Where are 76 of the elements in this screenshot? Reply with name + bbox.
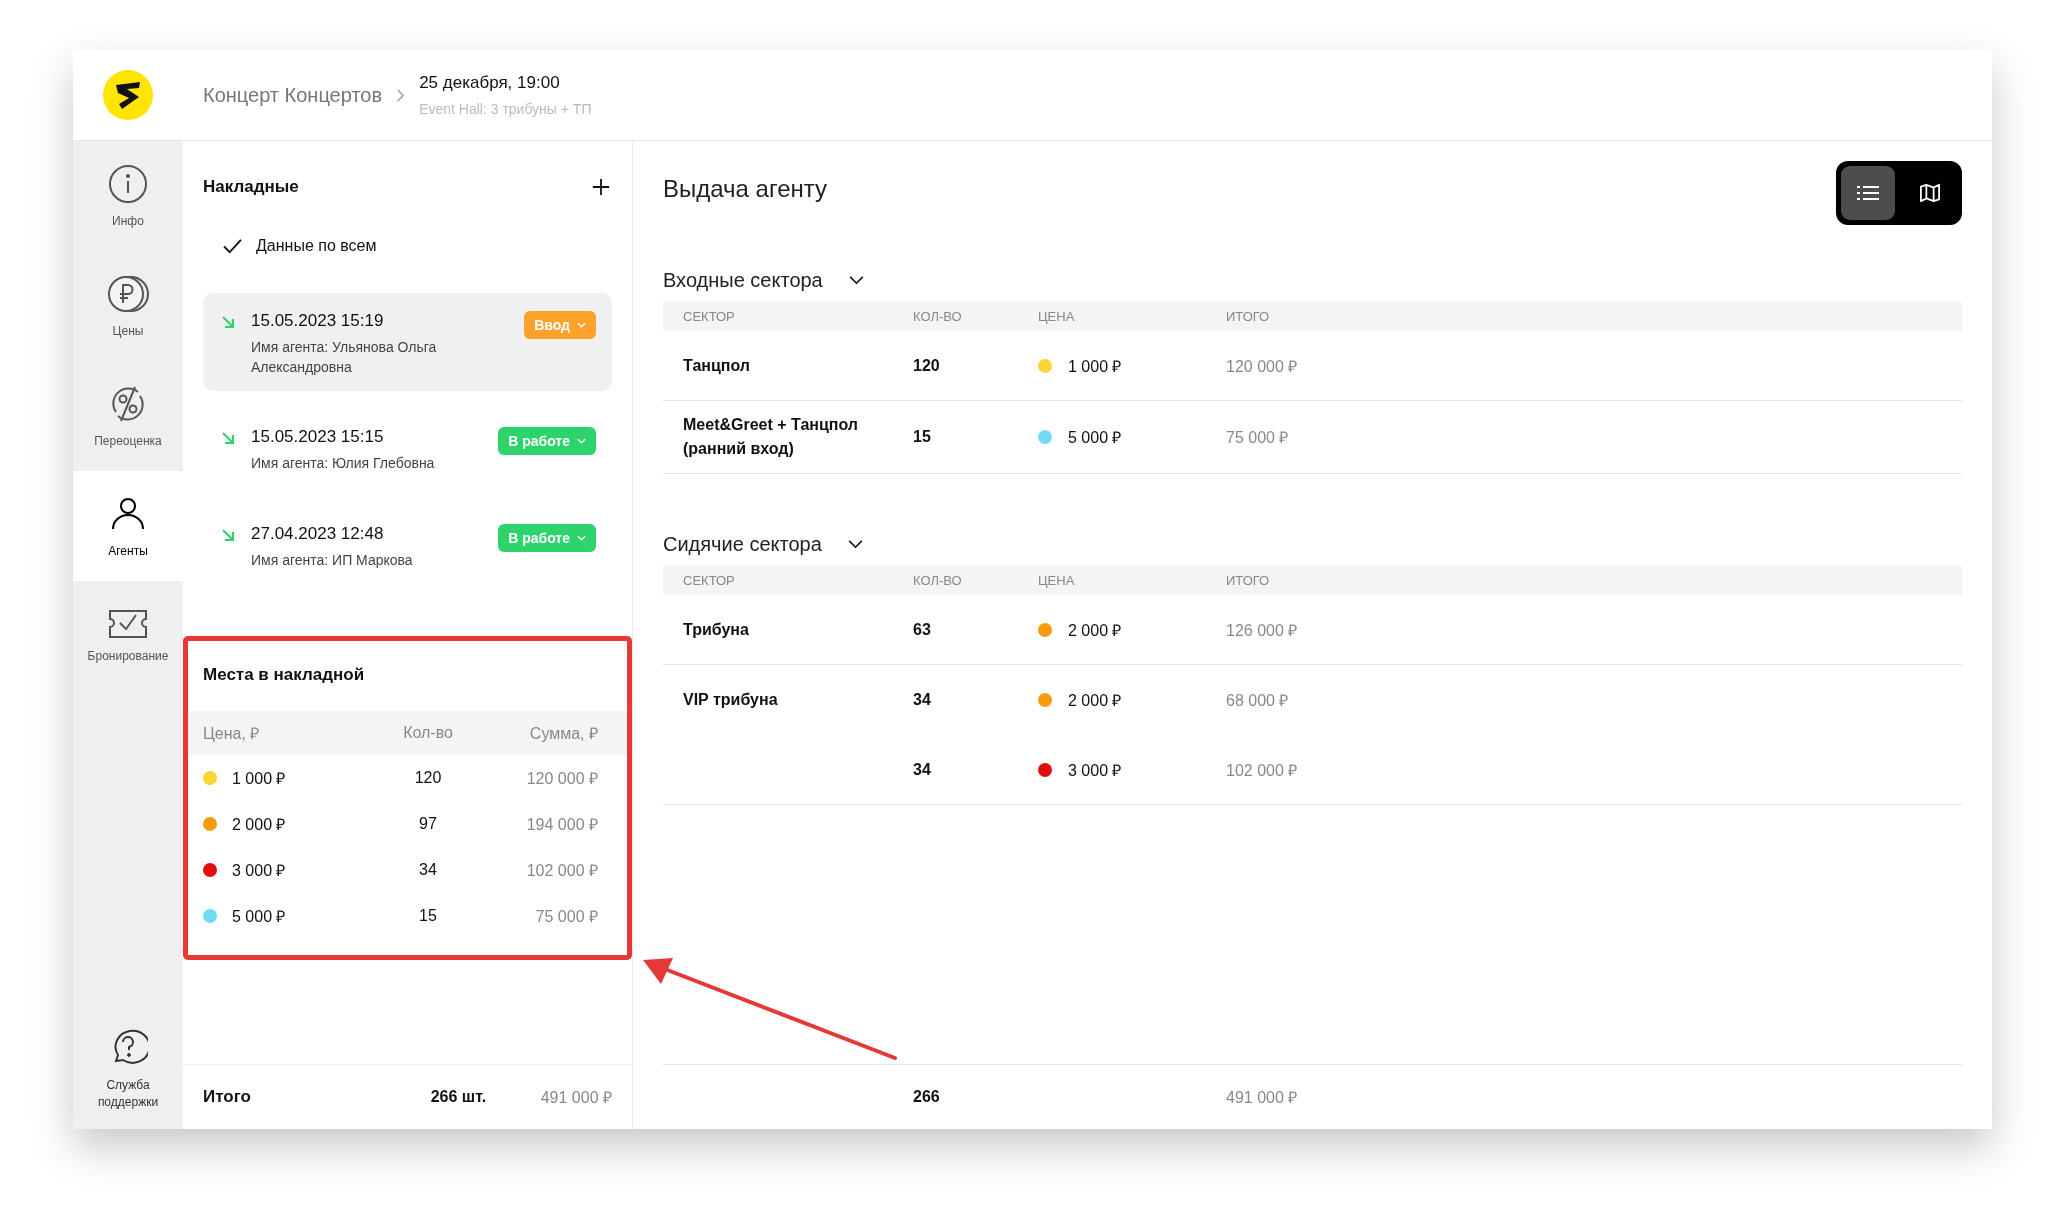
total-sum: 491 000 ₽ <box>540 1088 612 1108</box>
table-cell-text: 5 000 ₽ <box>232 907 287 928</box>
table-cell-text: 2 000 ₽ <box>1068 691 1122 711</box>
table-cell-text: 1 000 ₽ <box>232 769 287 790</box>
table-cell-text: 34 <box>913 691 932 709</box>
table-cell-text: 5 000 ₽ <box>1068 428 1122 448</box>
table-cell-text: 3 000 ₽ <box>232 861 287 882</box>
chevron-right-icon <box>396 88 406 102</box>
support-item[interactable]: Служба поддержки <box>73 1009 183 1129</box>
arrow-down-right-icon <box>221 431 235 446</box>
info-icon <box>108 164 148 204</box>
invoices-title: Накладные <box>203 177 299 197</box>
table-cell-text: 120 000 ₽ <box>525 769 598 790</box>
ticket-check-icon <box>108 609 148 639</box>
all-data-item[interactable]: Данные по всем <box>223 221 612 271</box>
table-cell-text: 126 000 ₽ <box>1226 620 1299 641</box>
table-cell-text: 1 000 ₽ <box>1068 356 1122 377</box>
list-icon <box>1857 185 1879 201</box>
invoice-datetime: 15.05.2023 15:19 <box>251 311 385 331</box>
table-cell-text: 34 <box>913 760 932 779</box>
table-cell: Танцпол <box>683 356 750 374</box>
event-date: 25 декабря, 19:00 <box>419 73 561 93</box>
section-header[interactable]: Сидячие сектора <box>663 522 1962 566</box>
table-header: Цена, ₽ Кол-во Сумма, ₽ <box>188 711 627 756</box>
invoice-card[interactable]: 15.05.2023 15:19 Имя агента: Ульянова Ольга Александровна Ввод <box>203 293 612 392</box>
seats-title: Места в накладной <box>202 665 366 686</box>
total-label: Итого <box>203 1087 252 1107</box>
chevron-down-icon <box>848 275 864 285</box>
total-quantity: 266 <box>913 1088 941 1106</box>
table-cell-text: 75 000 ₽ <box>1226 428 1290 448</box>
section-header[interactable]: Входные сектора <box>663 258 1962 302</box>
table-cell-text: 15 <box>913 428 932 446</box>
table-cell-text: 120 000 ₽ <box>1226 356 1299 377</box>
table-cell: VIP трибуна <box>683 691 778 708</box>
table-cell-text: 75 000 ₽ <box>534 907 598 928</box>
add-button[interactable] <box>590 176 612 198</box>
invoice-card[interactable]: 27.04.2023 12:48 Имя агента: ИП Маркова В работе <box>203 505 612 585</box>
invoice-card[interactable]: 15.05.2023 15:15 Имя агента: Юлия Глебовна В работе <box>203 409 612 488</box>
table-cell-text: 2 000 ₽ <box>1068 620 1122 641</box>
table-header: СЕКТОР КОЛ-ВО ЦЕНА ИТОГО <box>663 566 1962 595</box>
event-venue: Event Hall: 3 трибуны + ТП <box>419 101 592 117</box>
logo-icon[interactable] <box>103 70 153 120</box>
table-cell: Meet&Greet + Танцпол (ранний вход) <box>683 416 858 457</box>
invoice-datetime: 27.04.2023 12:48 <box>251 523 385 544</box>
invoice-datetime: 15.05.2023 15:15 <box>251 427 385 448</box>
table-cell-text: 15 <box>418 907 438 926</box>
sidebar-item[interactable]: Агенты <box>73 471 183 581</box>
caret-icon <box>577 534 586 541</box>
list-view-button[interactable] <box>1841 166 1895 220</box>
table-cell-text: 63 <box>913 620 932 639</box>
page-title: Выдача агенту <box>663 175 828 203</box>
ruble-coin-icon <box>107 274 149 314</box>
arrow-down-right-icon <box>221 527 235 542</box>
table-cell-text: 34 <box>418 861 438 880</box>
agent-name: Имя агента: ИП Маркова <box>251 550 414 570</box>
table-cell-text: 97 <box>418 815 438 834</box>
agent-name: Имя агента: Юлия Глебовна <box>251 454 436 474</box>
agent-name: Имя агента: Ульянова Ольга Александровна <box>251 338 438 377</box>
chevron-down-icon <box>847 539 863 549</box>
caret-icon <box>577 438 586 445</box>
table-cell-text: 194 000 ₽ <box>525 815 598 836</box>
table-cell-text: 102 000 ₽ <box>1226 760 1299 781</box>
table-cell-text: 3 000 ₽ <box>1068 760 1122 781</box>
event-title[interactable]: Концерт Концертов <box>203 83 383 107</box>
table-cell-text: 2 000 ₽ <box>232 815 287 836</box>
table-header: СЕКТОР КОЛ-ВО ЦЕНА ИТОГО <box>663 302 1962 331</box>
table-cell-text: 102 000 ₽ <box>525 861 598 882</box>
total-quantity: 266 шт. <box>430 1088 488 1106</box>
arrow-down-right-icon <box>221 315 235 329</box>
table-cell: Трибуна <box>683 620 749 638</box>
table-cell-text: 120 <box>913 356 941 375</box>
caret-icon <box>577 322 586 328</box>
total-sum: 491 000 ₽ <box>1226 1088 1299 1108</box>
map-icon <box>1919 183 1941 203</box>
table-cell-text: 120 <box>413 769 443 788</box>
table-cell-text: 68 000 ₽ <box>1226 691 1290 711</box>
